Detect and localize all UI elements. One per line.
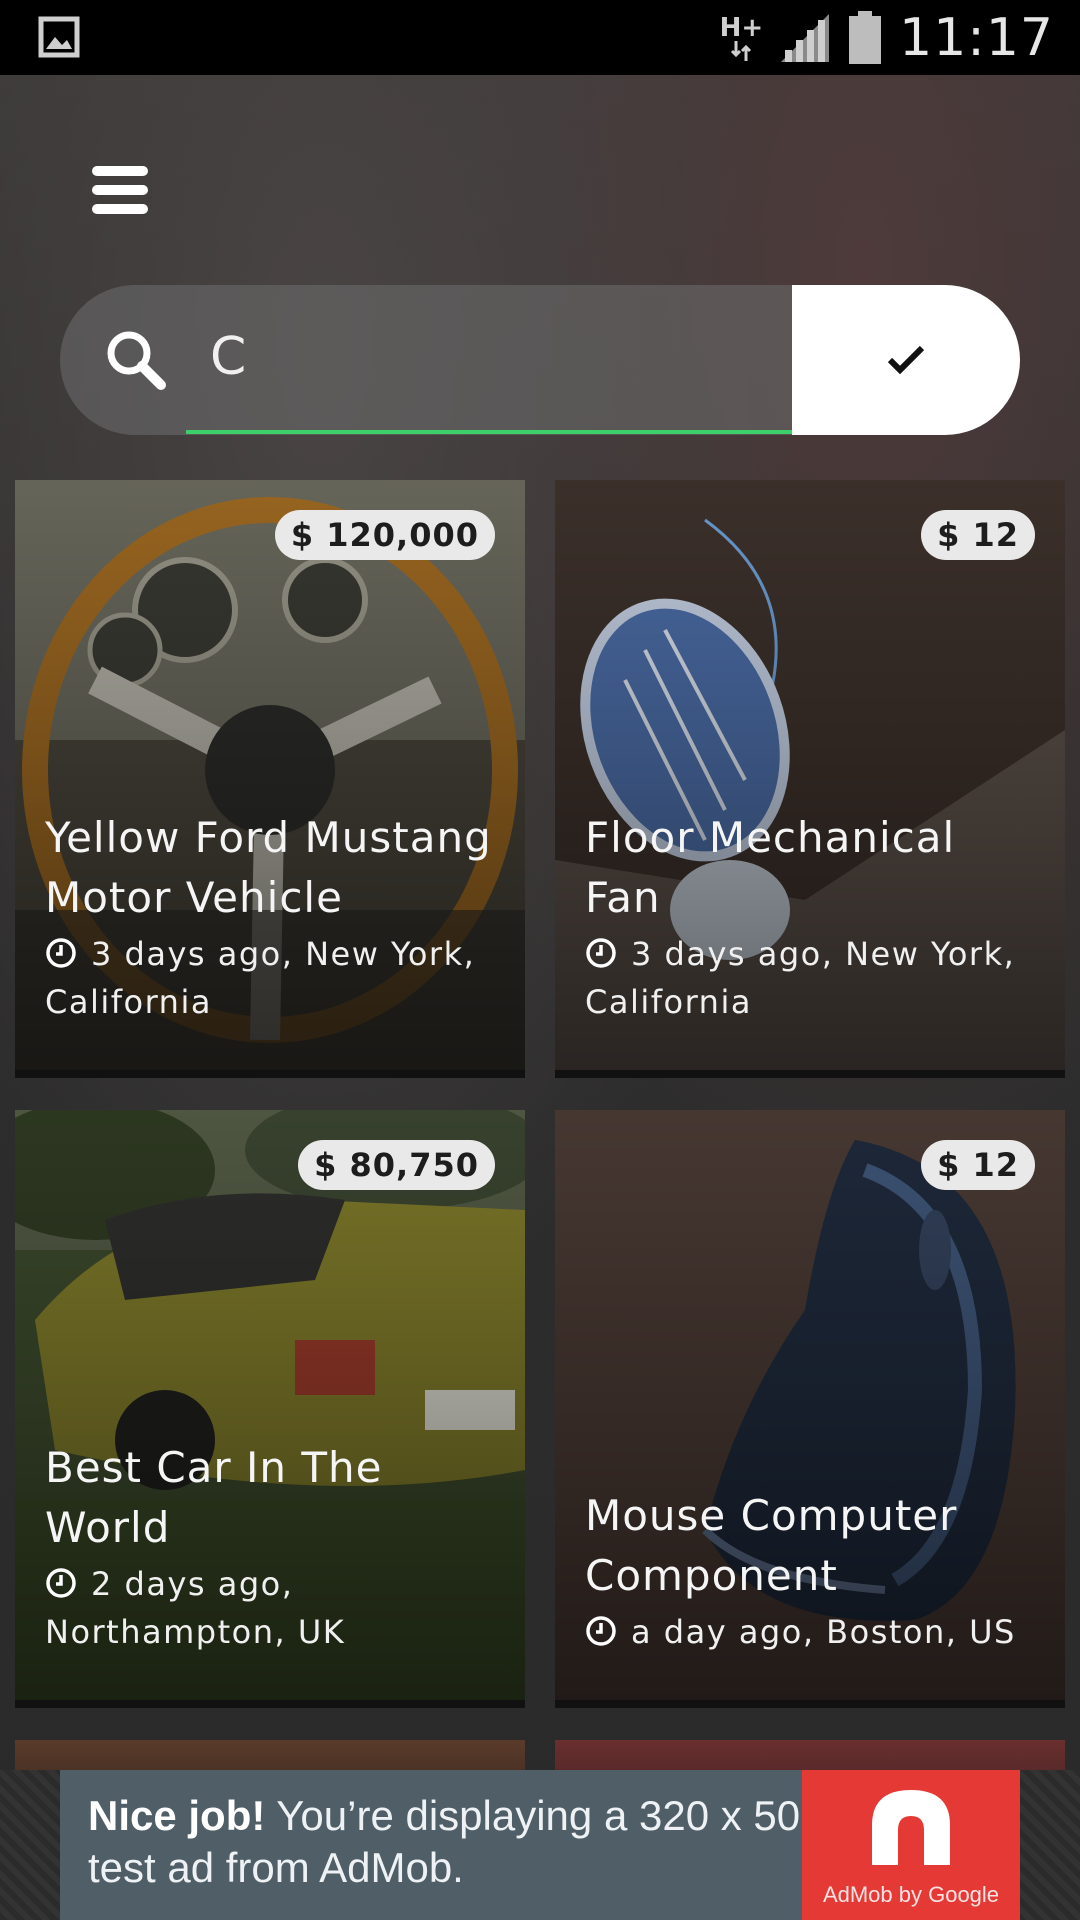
listing-card[interactable]: $ 12 Mouse Computer Component a day ago,… bbox=[555, 1110, 1065, 1700]
check-icon bbox=[887, 345, 925, 375]
listing-card[interactable]: $ 12 Floor Mechanical Fan 3 days ago, Ne… bbox=[555, 480, 1065, 1070]
listing-meta: a day ago, Boston, US bbox=[585, 1608, 1041, 1656]
image-notification-icon bbox=[38, 16, 80, 62]
listing-meta: 3 days ago, New York, California bbox=[585, 930, 1041, 1026]
listing-title: Yellow Ford Mustang Motor Vehicle bbox=[45, 813, 492, 922]
listing-meta-text: 3 days ago, New York, California bbox=[45, 935, 476, 1021]
search-bar bbox=[60, 285, 1020, 435]
network-h-plus-icon: H+ bbox=[719, 13, 764, 61]
search-input[interactable] bbox=[186, 307, 786, 407]
listing-card[interactable]: $ 80,750 Best Car In The World 2 days ag… bbox=[15, 1110, 525, 1700]
network-label: H+ bbox=[719, 13, 764, 43]
ad-text: Nice job! You’re displaying a 320 x 50 t… bbox=[88, 1790, 828, 1894]
clock-icon bbox=[586, 938, 616, 968]
listing-meta: 3 days ago, New York, California bbox=[45, 930, 501, 1026]
price-badge: $ 120,000 bbox=[274, 510, 495, 560]
ad-banner[interactable]: Nice job! You’re displaying a 320 x 50 t… bbox=[60, 1770, 1020, 1920]
listing-title: Best Car In The World bbox=[45, 1443, 383, 1552]
ad-headline: Nice job! bbox=[88, 1792, 266, 1839]
listing-meta-text: 2 days ago, Northampton, UK bbox=[45, 1565, 346, 1651]
clock-icon bbox=[586, 1616, 616, 1646]
search-icon bbox=[107, 331, 166, 390]
ad-area: Nice job! You’re displaying a 320 x 50 t… bbox=[0, 1770, 1080, 1920]
status-bar: H+ 11:17 bbox=[0, 0, 1080, 75]
listing-meta-text: a day ago, Boston, US bbox=[631, 1613, 1016, 1651]
confirm-search-button[interactable] bbox=[792, 285, 1020, 435]
listing-title: Mouse Computer Component bbox=[585, 1491, 958, 1600]
clock-icon bbox=[46, 938, 76, 968]
clock: 11:17 bbox=[899, 8, 1054, 68]
listing-meta-text: 3 days ago, New York, California bbox=[585, 935, 1016, 1021]
clock-icon bbox=[46, 1568, 76, 1598]
admob-icon bbox=[872, 1790, 950, 1865]
menu-icon[interactable] bbox=[92, 166, 148, 214]
listing-card[interactable]: $ 120,000 Yellow Ford Mustang Motor Vehi… bbox=[15, 480, 525, 1070]
listing-meta: 2 days ago, Northampton, UK bbox=[45, 1560, 501, 1656]
admob-logo: AdMob by Google bbox=[802, 1770, 1020, 1920]
listing-title: Floor Mechanical Fan bbox=[585, 813, 956, 922]
signal-icon bbox=[781, 14, 830, 62]
price-badge: $ 12 bbox=[921, 510, 1035, 560]
admob-caption: AdMob by Google bbox=[822, 1882, 1000, 1907]
price-badge: $ 12 bbox=[921, 1140, 1035, 1190]
search-underline bbox=[186, 430, 852, 434]
battery-icon bbox=[849, 11, 882, 64]
price-badge: $ 80,750 bbox=[298, 1140, 495, 1190]
